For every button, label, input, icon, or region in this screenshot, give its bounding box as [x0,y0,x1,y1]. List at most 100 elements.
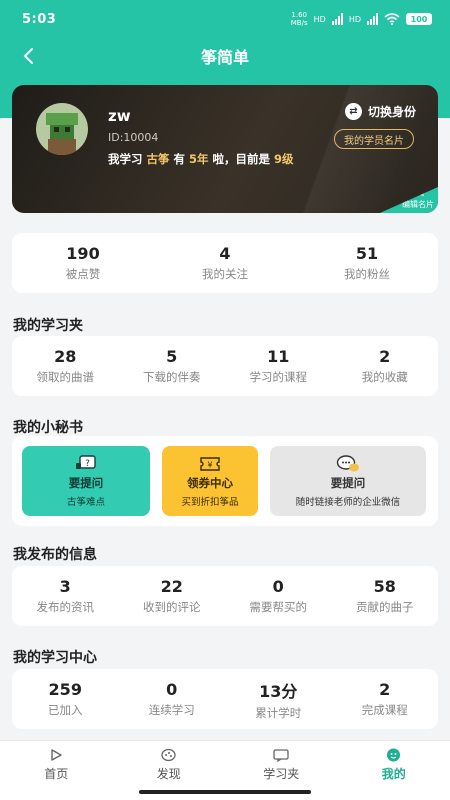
tile-title: 要提问 [330,475,366,490]
stat-label: 学习的课程 [249,370,308,384]
stat-value: 0 [166,680,178,699]
social-stats-card: 190 被点赞 4 我的关注 51 我的粉丝 [12,233,438,293]
network-type-2: HD [348,14,361,24]
stat-courses[interactable]: 11 学习的课程 [225,347,332,385]
teacher-wechat-tile[interactable]: 要提问 随时链接老师的企业微信 [270,446,426,516]
secretary-card: ? 要提问 古筝难点 ¥ 领券中心 买到折扣筝品 要提问 随时链接老师的企业微信 [12,436,438,526]
tab-mine[interactable]: 我的 [338,741,450,800]
status-bar: 5:03 1.60 MB/s HD HD 100 [0,0,450,38]
tab-label: 我的 [381,767,406,781]
play-icon [48,748,64,762]
summary-prefix: 我学习 [108,152,143,166]
stat-label: 完成课程 [361,703,408,717]
section-title-secretary: 我的小秘书 [13,420,83,436]
stat-joined[interactable]: 259 已加入 [12,680,119,718]
stat-label: 我的关注 [202,267,248,281]
discover-icon [161,748,177,762]
stat-value: 28 [54,347,77,366]
stat-value: 259 [48,680,82,699]
stat-value: 2 [379,680,391,699]
tab-home[interactable]: 首页 [0,741,113,800]
wifi-icon [384,13,400,25]
stat-value: 2 [379,347,391,366]
network-speed-unit: MB/s [290,19,308,27]
status-time: 5:03 [22,11,57,27]
switch-identity-label: 切换身份 [367,105,416,119]
stat-buy-requests[interactable]: 0 需要帮买的 [225,577,332,615]
stat-value: 0 [272,577,284,596]
stat-likes[interactable]: 190 被点赞 [12,244,154,282]
stat-followers[interactable]: 51 我的粉丝 [296,244,438,282]
stat-accompaniments[interactable]: 5 下载的伴奏 [119,347,226,385]
stat-streak[interactable]: 0 连续学习 [119,680,226,718]
stat-news[interactable]: 3 发布的资讯 [12,577,119,615]
back-button[interactable] [14,42,42,70]
stat-value: 5 [166,347,178,366]
stat-scores[interactable]: 28 领取的曲谱 [12,347,119,385]
signal-icon-2 [367,13,378,25]
stat-value: 58 [373,577,396,596]
tab-label: 首页 [44,767,69,781]
stat-value: 11 [267,347,290,366]
stat-favorites[interactable]: 2 我的收藏 [332,347,439,385]
nav-bar: 筝简单 [0,38,450,74]
profile-card[interactable]: zw ID:10004 我学习 古筝 有 5年 啦，目前是 9级 ⇄ 切换身份 … [12,85,438,213]
stat-label: 收到的评论 [143,600,201,614]
section-title-published: 我发布的信息 [13,547,97,563]
section-title-study-folder: 我的学习夹 [13,318,83,334]
avatar[interactable] [36,103,88,155]
stat-label: 连续学习 [148,703,195,717]
stat-label: 发布的资讯 [36,600,95,614]
network-type-1: HD [313,14,326,24]
page-title: 筝简单 [200,48,249,67]
status-icons: 1.60 MB/s HD HD 100 [291,11,432,27]
section-title-learning-center: 我的学习中心 [13,650,97,666]
stat-label: 需要帮买的 [249,600,308,614]
tile-title: 要提问 [68,475,104,490]
stat-contributed-songs[interactable]: 58 贡献的曲子 [332,577,439,615]
stat-value: 22 [160,577,183,596]
tab-label: 发现 [156,767,181,781]
network-speed: 1.60 MB/s [291,11,308,27]
learning-summary: 我学习 古筝 有 5年 啦，目前是 9级 [108,151,294,167]
published-card: 3 发布的资讯 22 收到的评论 0 需要帮买的 58 贡献的曲子 [12,566,438,626]
stat-value: 3 [59,577,71,596]
chevron-left-icon [23,48,33,64]
signal-icon [331,13,343,25]
stat-value: 4 [219,244,231,263]
tab-label: 学习夹 [263,767,300,781]
switch-icon: ⇄ [344,103,362,120]
battery-icon: 100 [406,13,432,25]
summary-level: 9级 [274,152,294,166]
stat-label: 下载的伴奏 [143,370,201,384]
summary-instrument: 古筝 [146,152,170,166]
svg-text:?: ? [85,459,90,469]
summary-current: 啦，目前是 [212,152,271,166]
username: zw [108,107,131,125]
stat-completed-courses[interactable]: 2 完成课程 [332,680,439,718]
learning-center-card: 259 已加入 0 连续学习 13分 累计学时 2 完成课程 [12,669,438,729]
coupon-icon: ¥ [200,456,220,471]
summary-has: 有 [173,152,186,166]
stat-comments[interactable]: 22 收到的评论 [119,577,226,615]
network-speed-value: 1.60 [291,11,307,19]
stat-following[interactable]: 4 我的关注 [154,244,296,282]
tile-subtitle: 买到折扣筝品 [181,496,239,508]
summary-years: 5年 [189,152,209,166]
member-card-button[interactable]: 我的学员名片 [334,129,414,149]
stat-label: 领取的曲谱 [36,370,95,384]
stat-value: 13分 [259,681,298,701]
user-id: ID:10004 [108,131,159,144]
switch-identity-button[interactable]: ⇄ 切换身份 [344,103,416,120]
tile-subtitle: 随时链接老师的企业微信 [295,496,401,508]
tile-subtitle: 古筝难点 [66,496,105,508]
stat-value: 51 [355,244,379,263]
stat-total-time[interactable]: 13分 累计学时 [225,678,332,721]
coupon-center-tile[interactable]: ¥ 领券中心 买到折扣筝品 [162,446,258,516]
stat-label: 已加入 [48,703,83,717]
stat-value: 190 [66,244,100,263]
ask-question-tile[interactable]: ? 要提问 古筝难点 [22,446,150,516]
stat-label: 被点赞 [65,267,101,281]
stat-label: 累计学时 [255,705,302,720]
home-indicator[interactable] [139,790,311,794]
